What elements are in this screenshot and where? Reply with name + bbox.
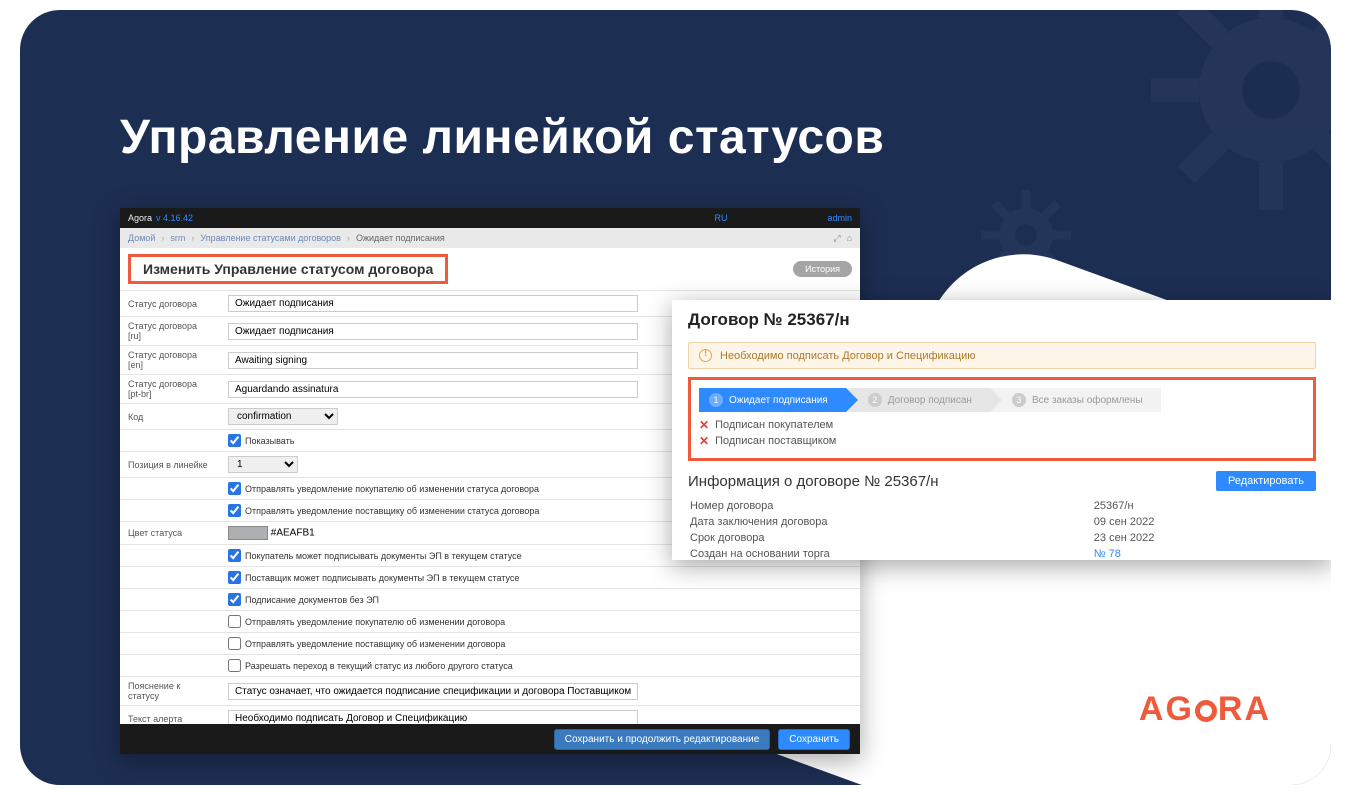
breadcrumb-home[interactable]: Домой — [128, 233, 155, 243]
home-icon[interactable]: ⌂ — [847, 233, 852, 244]
brand-logo: AGRA — [1139, 690, 1271, 729]
field-label: Статус договора — [120, 291, 220, 317]
save-button[interactable]: Сохранить — [778, 729, 850, 750]
supplier-sign-checkbox[interactable] — [228, 571, 241, 584]
notify-supplier2-checkbox[interactable] — [228, 637, 241, 650]
lang-selector[interactable]: RU — [714, 213, 727, 223]
buyer-sign-checkbox[interactable] — [228, 549, 241, 562]
status-ru-input[interactable] — [228, 323, 638, 340]
status-timeline-box: 1Ожидает подписания 2Договор подписан 3В… — [688, 377, 1316, 461]
signed-supplier-row: ✕Подписан поставщиком — [699, 434, 1305, 448]
x-icon: ✕ — [699, 418, 709, 432]
explanation-input[interactable] — [228, 683, 638, 700]
admin-topbar: Agora v 4.16.42 RU admin — [120, 208, 860, 228]
signed-buyer-row: ✕Подписан покупателем — [699, 418, 1305, 432]
contract-panel: Договор № 25367/н Необходимо подписать Д… — [672, 300, 1331, 560]
status-en-input[interactable] — [228, 352, 638, 369]
page-heading: Изменить Управление статусом договора — [128, 254, 448, 284]
auction-link[interactable]: № 78 — [1094, 548, 1121, 560]
history-button[interactable]: История — [793, 261, 852, 277]
notify-buyer-checkbox[interactable] — [228, 482, 241, 495]
color-swatch[interactable] — [228, 526, 268, 540]
step-signed[interactable]: 2Договор подписан — [846, 388, 990, 412]
app-version: v 4.16.42 — [156, 213, 193, 223]
user-link[interactable]: admin — [827, 213, 852, 223]
sign-no-ep-checkbox[interactable] — [228, 593, 241, 606]
edit-button[interactable]: Редактировать — [1216, 471, 1316, 491]
alert-box: Необходимо подписать Договор и Специфика… — [688, 342, 1316, 369]
breadcrumb-current: Ожидает подписания — [356, 233, 445, 243]
slide-container: Управление линейкой статусов Agora v 4.1… — [20, 10, 1331, 785]
status-steps: 1Ожидает подписания 2Договор подписан 3В… — [699, 388, 1305, 412]
code-select[interactable]: confirmation — [228, 408, 338, 425]
breadcrumb-srm[interactable]: srm — [170, 233, 185, 243]
notify-supplier-checkbox[interactable] — [228, 504, 241, 517]
status-pt-input[interactable] — [228, 381, 638, 398]
app-name: Agora — [128, 213, 152, 223]
notify-buyer2-checkbox[interactable] — [228, 615, 241, 628]
show-checkbox[interactable] — [228, 434, 241, 447]
x-icon: ✕ — [699, 434, 709, 448]
contract-info-table: Номер договора25367/н Дата заключения до… — [688, 497, 1316, 563]
step-orders-done[interactable]: 3Все заказы оформлены — [990, 388, 1161, 412]
gear-bg-icon — [1151, 10, 1331, 210]
step-awaiting-signing[interactable]: 1Ожидает подписания — [699, 388, 846, 412]
allow-transition-checkbox[interactable] — [228, 659, 241, 672]
warning-icon — [699, 349, 712, 362]
save-continue-button[interactable]: Сохранить и продолжить редактирование — [554, 729, 771, 750]
breadcrumb: Домой› srm› Управление статусами договор… — [120, 228, 860, 248]
status-input[interactable] — [228, 295, 638, 312]
contract-title: Договор № 25367/н — [688, 310, 1316, 330]
breadcrumb-mgmt[interactable]: Управление статусами договоров — [200, 233, 341, 243]
color-value: #AEAFB1 — [271, 528, 315, 539]
slide-title: Управление линейкой статусов — [120, 110, 884, 165]
expand-icon[interactable]: ⤢ — [833, 233, 840, 244]
position-select[interactable]: 1 — [228, 456, 298, 473]
contract-info-heading: Информация о договоре № 25367/н — [688, 473, 939, 490]
alert-text: Необходимо подписать Договор и Специфика… — [720, 350, 976, 362]
admin-footer: Сохранить и продолжить редактирование Со… — [120, 724, 860, 754]
